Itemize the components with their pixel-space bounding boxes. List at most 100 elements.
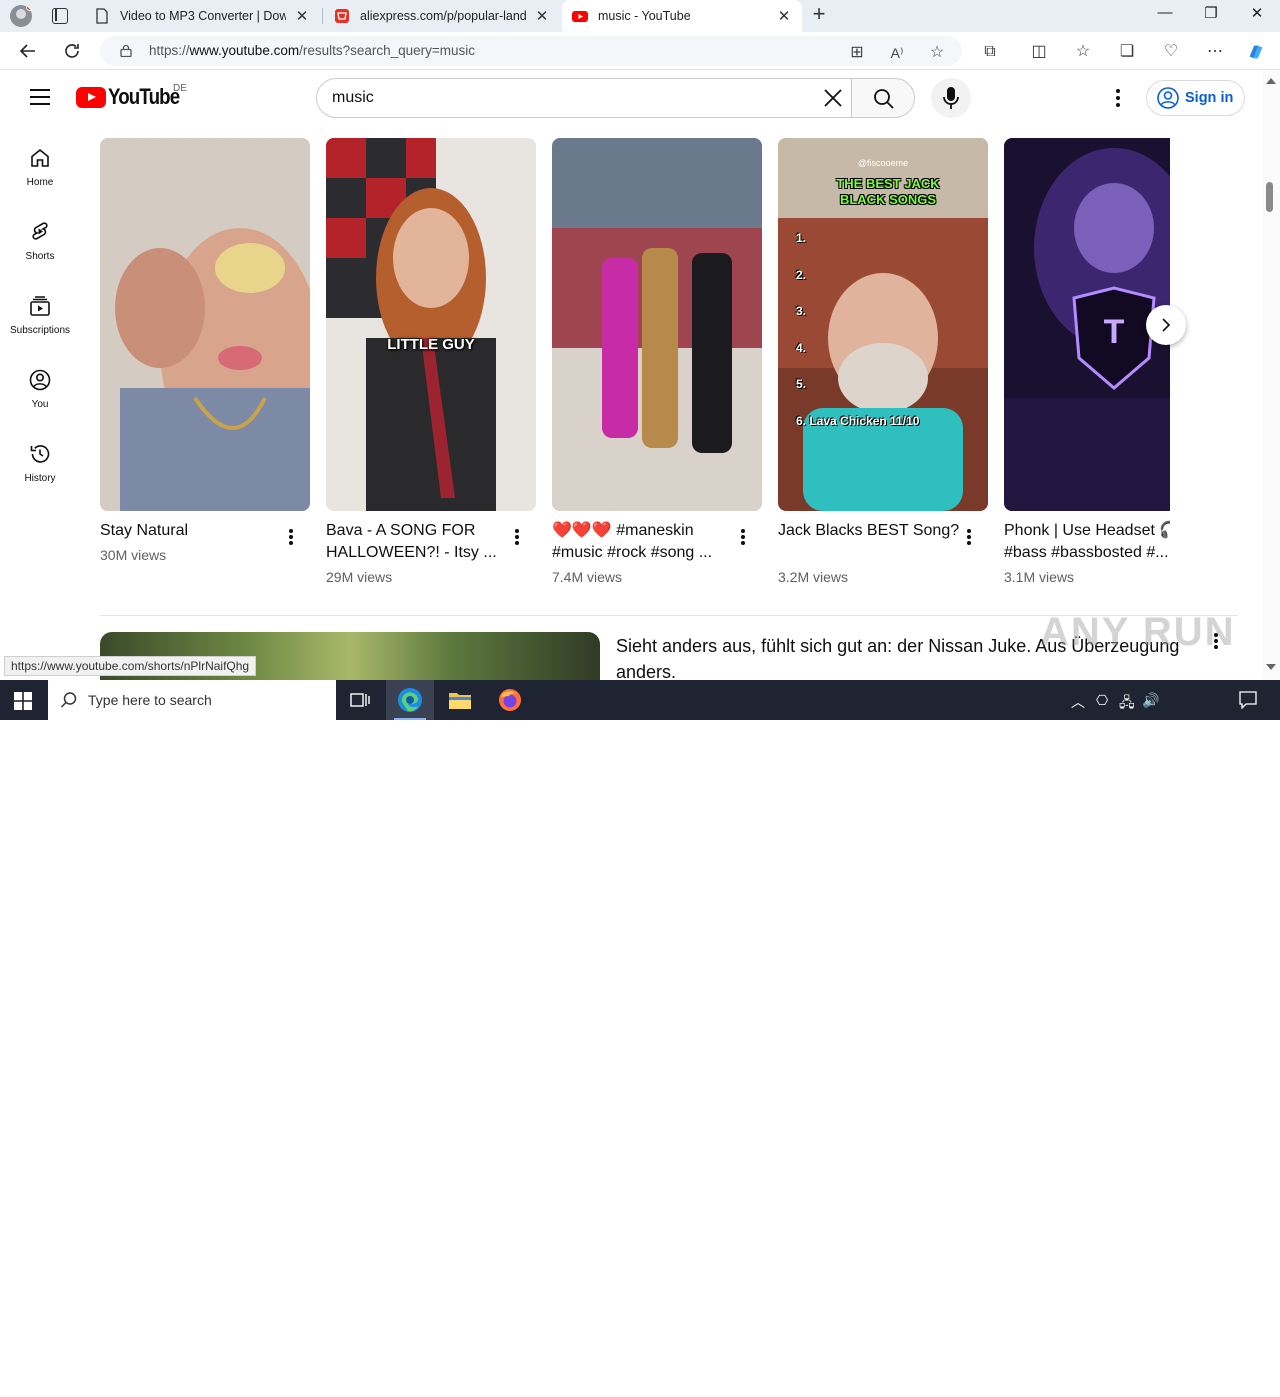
taskbar-file-explorer[interactable] bbox=[436, 680, 484, 720]
edge-icon bbox=[398, 688, 422, 712]
sign-in-label: Sign in bbox=[1185, 90, 1234, 106]
short-menu-icon[interactable] bbox=[741, 529, 747, 547]
windows-start-icon[interactable] bbox=[14, 692, 32, 710]
browser-tab-bar: Video to MP3 Converter | Downlo ✕ aliexp… bbox=[0, 0, 1280, 32]
short-thumbnail[interactable]: LITTLE GUY bbox=[326, 138, 536, 511]
browser-essentials-icon[interactable]: ♡ bbox=[1161, 42, 1181, 62]
taskbar-firefox[interactable] bbox=[486, 680, 534, 720]
short-thumbnail[interactable]: @fiscooeme THE BEST JACK BLACK SONGS 1. … bbox=[778, 138, 988, 511]
short-views: 29M views bbox=[326, 569, 393, 585]
short-menu-icon[interactable] bbox=[967, 529, 973, 547]
nav-subscriptions[interactable]: Subscriptions bbox=[4, 294, 76, 354]
app-available-icon[interactable]: ⊞ bbox=[848, 44, 866, 62]
nav-shorts[interactable]: Shorts bbox=[4, 220, 76, 280]
url-field[interactable]: https://www.youtube.com/results?search_q… bbox=[100, 36, 962, 66]
nav-you[interactable]: You bbox=[4, 368, 76, 428]
close-tab-icon[interactable]: ✕ bbox=[534, 7, 550, 25]
search-button[interactable] bbox=[851, 78, 915, 118]
taskbar-edge[interactable] bbox=[386, 680, 434, 720]
thumbnail-image bbox=[552, 138, 762, 511]
minimize-button[interactable]: — bbox=[1150, 4, 1180, 26]
youtube-play-icon bbox=[76, 86, 106, 108]
thumbnail-handle: @fiscooeme bbox=[857, 158, 909, 168]
status-url: https://www.youtube.com/shorts/nPlrNaifQ… bbox=[4, 656, 257, 676]
list-item: 5. bbox=[796, 377, 807, 391]
page-icon bbox=[96, 8, 108, 24]
short-card[interactable]: Stay Natural 30M views bbox=[100, 138, 310, 563]
watermark: ANY RUN bbox=[1040, 610, 1236, 654]
settings-kebab-icon[interactable] bbox=[1108, 87, 1128, 109]
nav-label: Subscriptions bbox=[9, 325, 71, 336]
extensions-icon[interactable]: ⧉ bbox=[980, 42, 1000, 62]
tab-youtube[interactable]: music - YouTube ✕ bbox=[562, 0, 802, 32]
close-tab-icon[interactable]: ✕ bbox=[776, 7, 792, 25]
maximize-button[interactable]: ❐ bbox=[1196, 4, 1226, 26]
thumbnail-caption: LITTLE GUY bbox=[387, 336, 475, 353]
short-menu-icon[interactable] bbox=[515, 529, 521, 547]
short-menu-icon[interactable] bbox=[289, 529, 295, 547]
tab-mp3-converter[interactable]: Video to MP3 Converter | Downlo ✕ bbox=[84, 0, 320, 32]
profile-icon[interactable] bbox=[10, 5, 32, 27]
favorite-star-icon[interactable]: ☆ bbox=[928, 44, 946, 62]
volume-icon[interactable]: 🔊 bbox=[1142, 692, 1159, 709]
sign-in-button[interactable]: Sign in bbox=[1146, 80, 1245, 116]
folder-icon bbox=[449, 693, 471, 709]
taskbar-search[interactable]: Type here to search bbox=[48, 680, 336, 720]
short-card[interactable]: @fiscooeme THE BEST JACK BLACK SONGS 1. … bbox=[778, 138, 988, 585]
network-icon[interactable]: 🖧 bbox=[1119, 692, 1135, 716]
lock-icon bbox=[120, 44, 132, 57]
search-icon bbox=[874, 89, 894, 109]
short-title[interactable]: Stay Natural bbox=[100, 520, 286, 542]
clear-search-icon[interactable] bbox=[820, 85, 846, 111]
short-thumbnail[interactable] bbox=[552, 138, 762, 511]
aliexpress-icon bbox=[335, 9, 349, 23]
short-title[interactable]: Phonk | Use Headset 🎧 #bass #bassbosted … bbox=[1004, 520, 1170, 564]
short-views: 3.1M views bbox=[1004, 569, 1075, 585]
scroll-thumb[interactable] bbox=[1266, 182, 1273, 212]
new-tab-button[interactable]: + bbox=[808, 3, 830, 26]
shelf-next-button[interactable] bbox=[1146, 305, 1186, 345]
scroll-up-icon[interactable] bbox=[1266, 78, 1276, 84]
taskbar: Type here to search ︿ ⎔ 🖧 🔊 6:24 PM 5/19… bbox=[0, 680, 1280, 1395]
guide-menu-icon[interactable] bbox=[30, 89, 50, 105]
short-title[interactable]: Bava - A SONG FOR HALLOWEEN?! - Itsy ... bbox=[326, 520, 512, 564]
tray-device-icon[interactable]: ⎔ bbox=[1096, 692, 1108, 709]
home-icon bbox=[31, 148, 49, 167]
tab-aliexpress[interactable]: aliexpress.com/p/popular-landin ✕ bbox=[324, 0, 560, 32]
split-screen-icon[interactable]: ◫ bbox=[1029, 42, 1049, 62]
settings-more-icon[interactable]: ⋯ bbox=[1205, 42, 1225, 62]
short-card[interactable]: ❤️❤️❤️ #maneskin #music #rock #song ... … bbox=[552, 138, 762, 585]
search-box bbox=[316, 78, 852, 118]
address-bar: https://www.youtube.com/results?search_q… bbox=[0, 32, 1280, 70]
youtube-icon bbox=[572, 11, 588, 22]
copilot-icon[interactable] bbox=[1246, 42, 1266, 62]
short-card[interactable]: LITTLE GUY Bava - A SONG FOR HALLOWEEN?!… bbox=[326, 138, 536, 585]
favorites-icon[interactable]: ☆ bbox=[1073, 42, 1093, 62]
short-card[interactable]: T Phonk | Use Headset 🎧 #bass #bassboste… bbox=[1004, 138, 1170, 598]
short-thumbnail[interactable] bbox=[100, 138, 310, 511]
nav-history[interactable]: History bbox=[4, 442, 76, 502]
scroll-down-icon[interactable] bbox=[1266, 664, 1276, 670]
collections-icon[interactable]: ❏ bbox=[1117, 42, 1137, 62]
read-aloud-icon[interactable]: A⁾ bbox=[888, 44, 906, 62]
short-title[interactable]: Jack Blacks BEST Song? bbox=[778, 520, 964, 542]
microphone-icon bbox=[943, 87, 959, 109]
clock-date: 5/19/2025 bbox=[1169, 1381, 1223, 1395]
close-window-button[interactable]: ✕ bbox=[1242, 4, 1272, 26]
tray-overflow-icon[interactable]: ︿ bbox=[1071, 692, 1085, 712]
notification-icon[interactable] bbox=[1239, 691, 1257, 709]
task-view-button[interactable] bbox=[336, 680, 384, 720]
page-scrollbar[interactable] bbox=[1262, 70, 1280, 680]
nav-home[interactable]: Home bbox=[4, 146, 76, 206]
tab-actions-icon[interactable] bbox=[52, 8, 68, 24]
refresh-button[interactable] bbox=[60, 40, 84, 62]
taskbar-clock[interactable]: 6:24 PM 5/19/2025 bbox=[1160, 1363, 1232, 1397]
search-input[interactable] bbox=[332, 87, 802, 109]
tab-separator bbox=[322, 8, 323, 24]
taskbar-search-placeholder: Type here to search bbox=[88, 692, 212, 708]
search-icon bbox=[60, 692, 77, 708]
voice-search-button[interactable] bbox=[931, 78, 971, 118]
short-title[interactable]: ❤️❤️❤️ #maneskin #music #rock #song ... bbox=[552, 520, 738, 564]
back-button[interactable] bbox=[16, 40, 40, 62]
close-tab-icon[interactable]: ✕ bbox=[294, 7, 310, 25]
